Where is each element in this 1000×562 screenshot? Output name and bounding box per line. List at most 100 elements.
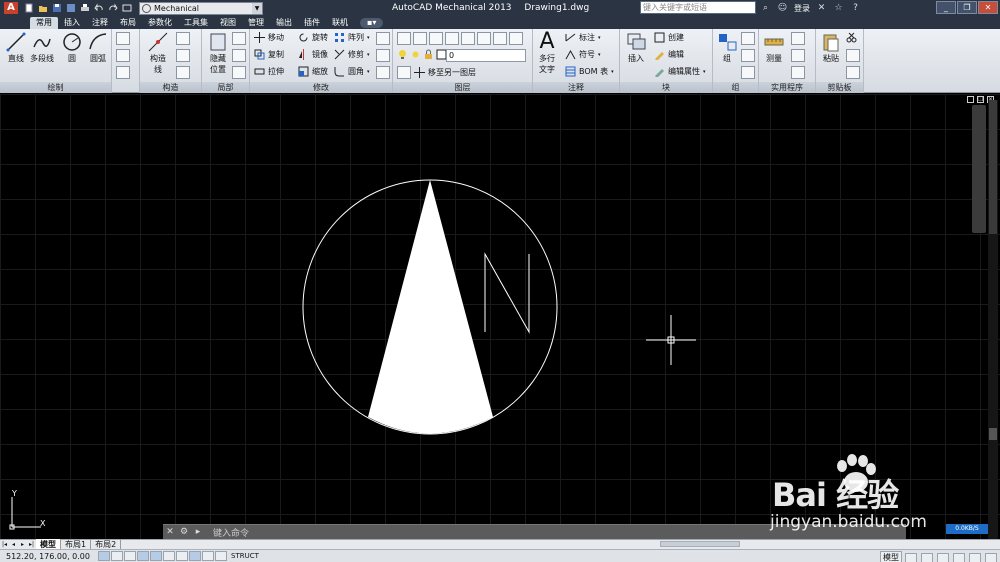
rotate-button[interactable]: 旋转	[298, 32, 328, 43]
ortho-toggle[interactable]	[124, 551, 136, 561]
match-prop-button[interactable]	[846, 66, 860, 79]
app-menu-button[interactable]: A	[0, 0, 22, 16]
login-link[interactable]: 登录	[794, 3, 810, 14]
detail-tool-1[interactable]	[232, 32, 246, 45]
command-input[interactable]: 键入命令	[213, 526, 249, 539]
group-edit-button[interactable]	[741, 49, 755, 62]
insert-block-tool[interactable]: 插入	[624, 31, 648, 64]
layer-match-icon[interactable]	[509, 32, 523, 45]
polyline-tool[interactable]: 多段线	[30, 31, 54, 64]
hscroll-thumb[interactable]	[660, 541, 740, 547]
workspace-switch-status-icon[interactable]	[953, 552, 965, 562]
ribbon-tab[interactable]: 联机	[326, 17, 354, 29]
struct-toggle[interactable]: STRUCT	[231, 552, 259, 560]
north-arrow-needle[interactable]	[368, 180, 493, 434]
osnap-toggle[interactable]	[150, 551, 162, 561]
exchange-icon[interactable]: ✕	[816, 3, 827, 14]
modify-extra-2[interactable]	[376, 49, 390, 62]
ribbon-tab[interactable]: 工具集	[178, 17, 214, 29]
detail-panel-title[interactable]: 局部	[202, 82, 249, 93]
dimension-button[interactable]: 标注 ▾	[565, 32, 603, 43]
copy-button[interactable]: 复制	[254, 49, 284, 60]
layer-lock-icon[interactable]	[493, 32, 507, 45]
ungroup-button[interactable]	[741, 32, 755, 45]
group-select-button[interactable]	[741, 66, 755, 79]
save-button[interactable]	[50, 2, 63, 14]
workspace-dropdown[interactable]: Mechanical ▼	[139, 1, 263, 15]
hide-situation-tool[interactable]: 隐藏 位置	[206, 31, 230, 75]
paste-tool[interactable]: 粘贴	[819, 31, 843, 64]
polar-toggle[interactable]	[137, 551, 149, 561]
annotation-scale-icon[interactable]	[937, 552, 949, 562]
ribbon-tab[interactable]: 管理	[242, 17, 270, 29]
quick-view-drawings-icon[interactable]	[921, 552, 933, 562]
user-icon[interactable]: ☺	[777, 3, 788, 14]
mtext-tool[interactable]: A 多行 文字	[535, 31, 559, 75]
recent-commands-icon[interactable]: ▸	[191, 526, 205, 539]
stretch-button[interactable]: 拉伸	[254, 66, 284, 77]
trim-button[interactable]: 修剪 ▾	[334, 49, 372, 60]
workspace-switch-icon[interactable]	[120, 2, 133, 14]
open-file-button[interactable]	[36, 2, 49, 14]
next-layout-icon[interactable]: ▸	[18, 541, 27, 549]
line-variant-button[interactable]	[116, 32, 130, 45]
search-icon[interactable]: ⌕	[760, 3, 771, 14]
array-button[interactable]: 阵列 ▾	[334, 32, 372, 43]
undo-button[interactable]	[92, 2, 105, 14]
minimize-button[interactable]: _	[936, 1, 956, 14]
symbol-button[interactable]: 符号 ▾	[565, 49, 603, 60]
rectangle-button[interactable]	[116, 49, 130, 62]
ribbon-tab[interactable]: 参数化	[142, 17, 178, 29]
block-panel-title[interactable]: 块	[620, 82, 712, 93]
modify-panel-title[interactable]: 修改	[250, 82, 392, 93]
lock-ui-icon[interactable]	[969, 552, 981, 562]
quick-view-layouts-icon[interactable]	[905, 552, 917, 562]
arc-tool[interactable]: 圆弧	[86, 31, 110, 64]
ribbon-tab[interactable]: 注释	[86, 17, 114, 29]
hatch-button[interactable]	[116, 66, 130, 79]
mirror-button[interactable]: 镜像	[298, 49, 328, 60]
close-button[interactable]: ✕	[978, 1, 998, 14]
qp-toggle[interactable]	[215, 551, 227, 561]
layer-isolate-icon[interactable]	[445, 32, 459, 45]
utilities-extra-2[interactable]	[791, 49, 805, 62]
scale-button[interactable]: 缩放	[298, 66, 328, 77]
dyn-toggle[interactable]	[189, 551, 201, 561]
utilities-extra-1[interactable]	[791, 32, 805, 45]
save-as-button[interactable]	[64, 2, 77, 14]
construct-panel-title[interactable]: 构造	[140, 82, 201, 93]
help-icon[interactable]: ?	[850, 3, 861, 14]
construct-grid-button[interactable]	[176, 49, 190, 62]
layer-dropdown[interactable]: 0	[446, 49, 526, 62]
lwt-toggle[interactable]	[202, 551, 214, 561]
north-letter-shape[interactable]	[484, 252, 530, 334]
draw-panel-title[interactable]: 绘制	[0, 82, 111, 93]
plot-button[interactable]	[78, 2, 91, 14]
move-button[interactable]: 移动	[254, 32, 284, 43]
ribbon-tab[interactable]: 布局	[114, 17, 142, 29]
modify-extra-3[interactable]	[376, 66, 390, 79]
last-layout-icon[interactable]: ▸|	[27, 541, 36, 549]
layer-previous-icon[interactable]	[429, 32, 443, 45]
close-icon[interactable]: ✕	[163, 526, 177, 539]
annotation-panel-title[interactable]: 注释	[533, 82, 619, 93]
layers-panel-title[interactable]: 图层	[393, 82, 532, 93]
measure-tool[interactable]: 测量	[762, 31, 786, 64]
create-block-button[interactable]: 创建	[654, 32, 684, 43]
first-layout-icon[interactable]: |◂	[0, 541, 9, 549]
fillet-button[interactable]: 圆角 ▾	[334, 66, 372, 77]
ribbon-tab[interactable]: 常用	[30, 17, 58, 29]
layer-off-icon[interactable]	[477, 32, 491, 45]
ribbon-tab[interactable]: 视图	[214, 17, 242, 29]
ducs-toggle[interactable]	[176, 551, 188, 561]
grid-toggle[interactable]	[111, 551, 123, 561]
utilities-extra-3[interactable]	[791, 66, 805, 79]
cut-button[interactable]	[846, 32, 857, 43]
model-space-button[interactable]: 模型	[880, 551, 902, 562]
ribbon-tab[interactable]: 插入	[58, 17, 86, 29]
clipboard-panel-title[interactable]: 剪贴板	[816, 82, 863, 93]
restore-button[interactable]: ❐	[957, 1, 977, 14]
detail-tool-2[interactable]	[232, 49, 246, 62]
line-tool[interactable]: 直线	[4, 31, 28, 64]
detail-tool-3[interactable]	[232, 66, 246, 79]
